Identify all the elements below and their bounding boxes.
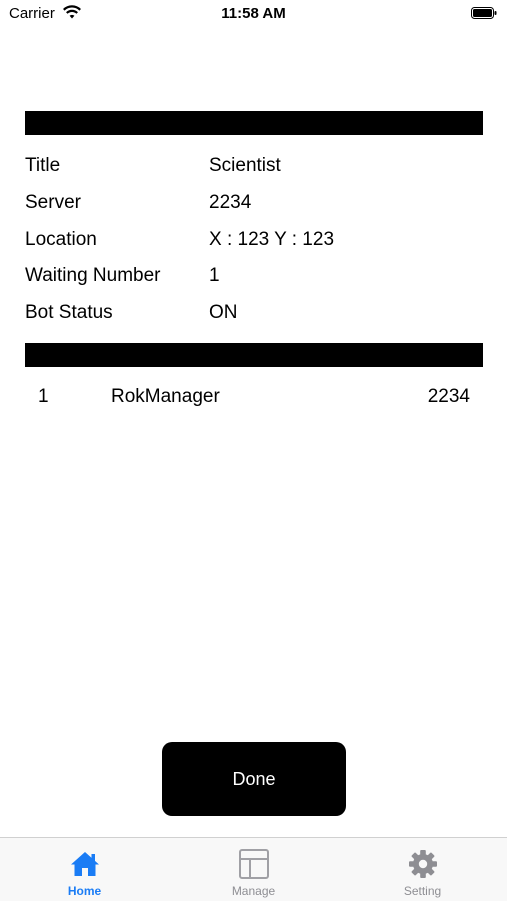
info-row-location: Location X : 123 Y : 123 [25, 229, 483, 259]
location-value: X : 123 Y : 123 [209, 229, 335, 250]
clock: 11:58 AM [221, 5, 286, 22]
header-bar [25, 111, 483, 135]
title-label: Title [25, 155, 61, 176]
tab-setting-label: Setting [403, 884, 442, 898]
waiting-number-label: Waiting Number [25, 265, 161, 286]
title-value: Scientist [209, 155, 281, 176]
gear-icon [409, 850, 437, 878]
info-row-waiting-number: Waiting Number 1 [25, 265, 483, 295]
info-row-bot-status: Bot Status ON [25, 302, 483, 332]
info-row-title: Title Scientist [25, 155, 483, 185]
list-header-bar [25, 343, 483, 367]
tab-manage-label: Manage [231, 884, 276, 898]
done-button[interactable]: Done [162, 742, 346, 816]
tab-home[interactable]: Home [0, 838, 169, 901]
bot-status-label: Bot Status [25, 302, 113, 323]
info-row-server: Server 2234 [25, 192, 483, 222]
list-item-server: 2234 [427, 386, 470, 407]
bot-status-value: ON [209, 302, 238, 323]
layout-icon [239, 849, 269, 879]
battery-icon [471, 7, 497, 19]
list-item[interactable]: 1 RokManager 2234 [25, 386, 483, 416]
list-item-name: RokManager [111, 386, 220, 407]
house-icon [71, 852, 99, 876]
tab-home-label: Home [67, 884, 102, 898]
server-value: 2234 [209, 192, 252, 213]
server-label: Server [25, 192, 81, 213]
tab-manage[interactable]: Manage [169, 838, 338, 901]
waiting-number-value: 1 [209, 265, 220, 286]
tab-setting[interactable]: Setting [338, 838, 507, 901]
tab-bar: Home Manage Setting [0, 837, 507, 901]
status-bar: Carrier 11:58 AM [0, 0, 507, 28]
list-item-rank: 1 [38, 386, 49, 407]
location-label: Location [25, 229, 97, 250]
